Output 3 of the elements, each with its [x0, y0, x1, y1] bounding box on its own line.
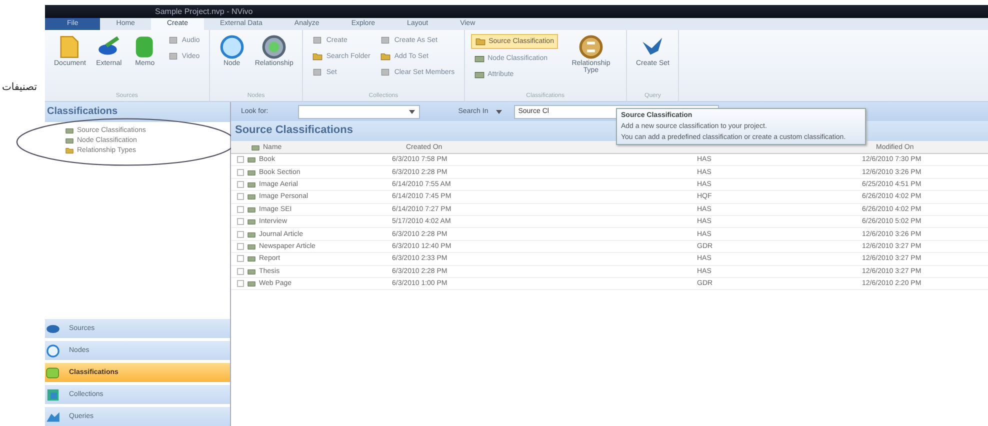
pane-title: Classifications	[45, 102, 230, 122]
annotation-label: تصنيفات	[2, 82, 38, 93]
window-title: Sample Project.nvp - NVivo	[155, 7, 253, 16]
